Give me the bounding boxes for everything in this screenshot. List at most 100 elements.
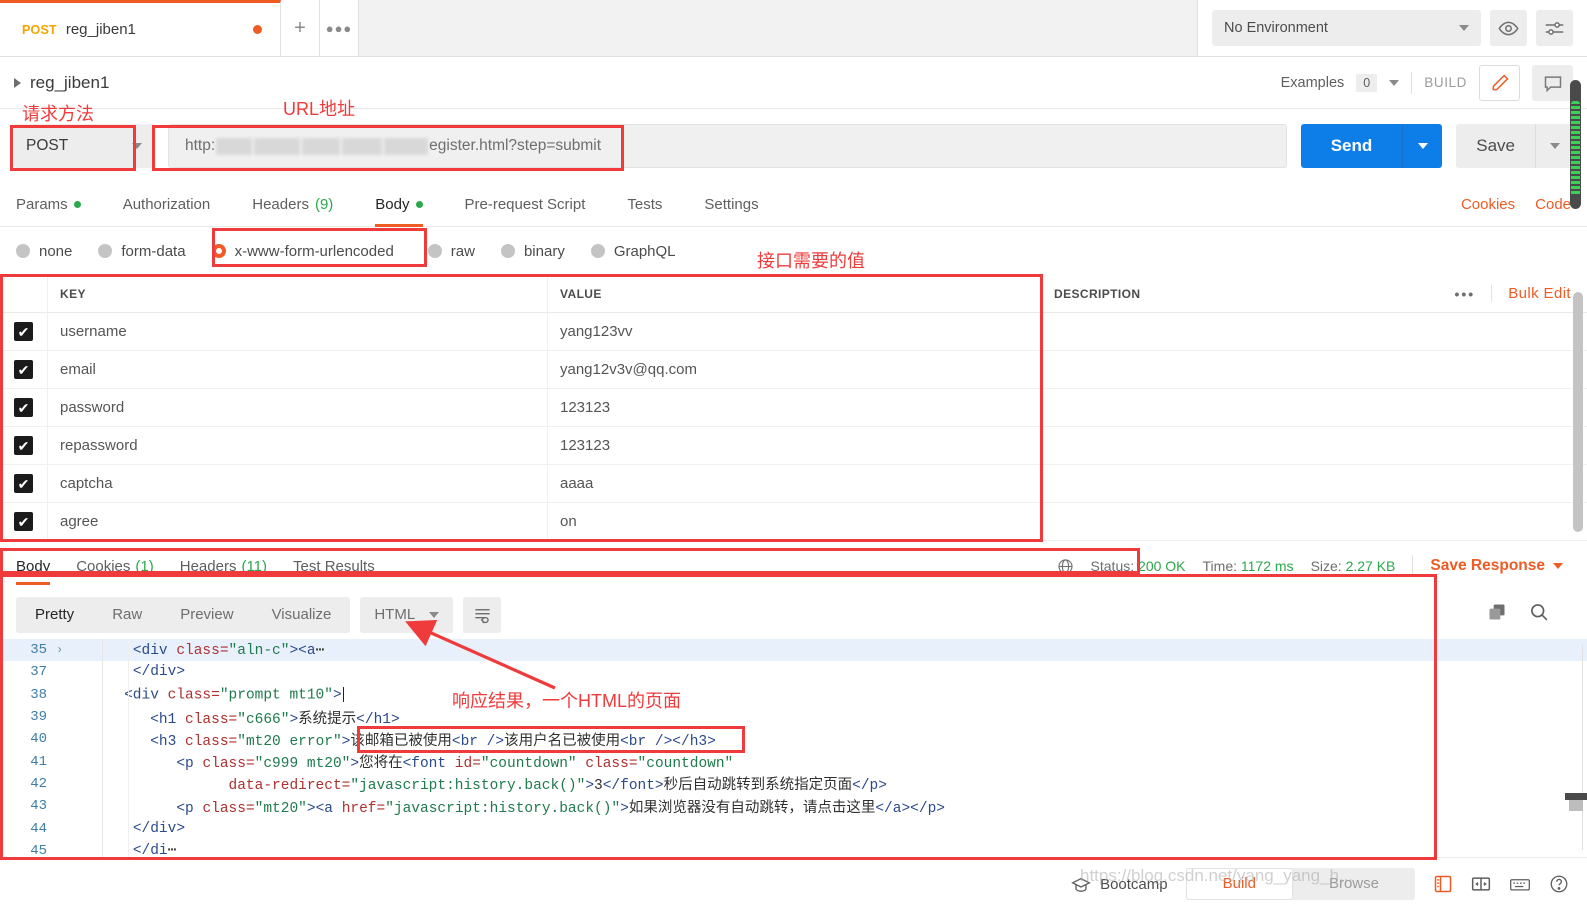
build-mode-label[interactable]: BUILD <box>1424 75 1467 90</box>
keyboard-shortcuts-button[interactable] <box>1509 875 1531 893</box>
fold-toggle-icon[interactable]: › <box>56 643 72 657</box>
body-type-graphql[interactable]: GraphQL <box>590 243 676 260</box>
row-description-cell[interactable] <box>1042 389 1587 426</box>
row-key-cell[interactable]: agree <box>48 503 548 540</box>
row-description-cell[interactable] <box>1042 427 1587 464</box>
top-scrollbar[interactable] <box>1570 80 1581 209</box>
response-format-select[interactable]: HTML <box>360 596 454 633</box>
bootcamp-button[interactable]: Bootcamp <box>1071 876 1168 893</box>
view-pretty-button[interactable]: Pretty <box>16 597 93 633</box>
response-tab-headers[interactable]: Headers (11) <box>180 548 267 584</box>
tab-params[interactable]: Params <box>16 183 102 227</box>
response-tab-headers-label: Headers <box>179 557 237 575</box>
bottom-bar-actions: Bootcamp Build Browse <box>1071 868 1587 900</box>
save-options-button[interactable] <box>1535 124 1573 168</box>
tab-body[interactable]: Body <box>354 183 443 227</box>
bulk-edit-button[interactable]: Bulk Edit <box>1491 285 1571 302</box>
table-row[interactable]: ✔ password 123123 <box>0 389 1587 427</box>
table-options-button[interactable]: ••• <box>1438 286 1491 302</box>
layout-toggle-button[interactable] <box>1471 874 1491 894</box>
row-key-cell[interactable]: password <box>48 389 548 426</box>
help-button[interactable] <box>1549 874 1569 894</box>
row-value-cell[interactable]: yang123vv <box>548 313 1042 350</box>
row-checkbox-cell[interactable]: ✔ <box>0 389 48 426</box>
body-type-none[interactable]: none <box>16 243 72 260</box>
send-button[interactable]: Send <box>1300 124 1403 168</box>
response-tabs: Body Cookies (1) Headers (11) Test Results… <box>0 548 1587 585</box>
response-tab-cookies[interactable]: Cookies (1) <box>76 548 154 584</box>
copy-to-clipboard-button[interactable] <box>1487 602 1507 627</box>
request-tab-reg-jiben1[interactable]: POST reg_jiben1 <box>0 0 281 56</box>
build-mode-button[interactable]: Build <box>1185 868 1293 900</box>
row-value-cell[interactable]: aaaa <box>548 465 1042 502</box>
http-method-select[interactable]: POST <box>14 124 154 168</box>
environment-select[interactable]: No Environment <box>1212 10 1481 46</box>
url-input[interactable]: http: egister.html?step=submit <box>168 124 1287 168</box>
row-checkbox-cell[interactable]: ✔ <box>0 465 48 502</box>
response-tab-test-results[interactable]: Test Results <box>293 548 375 584</box>
editor-scrollbar-thumb-dark[interactable] <box>1565 793 1587 800</box>
request-body-scrollbar[interactable] <box>1573 292 1583 532</box>
code-line: 44 </div> <box>0 817 1587 839</box>
send-options-button[interactable] <box>1402 124 1443 168</box>
environment-quick-look-button[interactable] <box>1490 10 1527 46</box>
view-raw-button[interactable]: Raw <box>93 597 161 633</box>
table-row[interactable]: ✔ agree on <box>0 503 1587 541</box>
new-tab-button[interactable]: + <box>281 0 320 56</box>
response-code-editor[interactable]: 35 › <div class="aln-c"><a⋯ 37 </div> 38 <d… <box>0 639 1587 857</box>
row-key-cell[interactable]: repassword <box>48 427 548 464</box>
edit-mode-button[interactable] <box>1479 64 1520 101</box>
cookies-link[interactable]: Cookies <box>1461 196 1515 213</box>
editor-scrollbar-track[interactable] <box>1582 645 1583 850</box>
table-row[interactable]: ✔ captcha aaaa <box>0 465 1587 503</box>
row-checkbox-cell[interactable]: ✔ <box>0 351 48 388</box>
breadcrumb[interactable]: reg_jiben1 <box>14 73 109 93</box>
row-checkbox-cell[interactable]: ✔ <box>0 503 48 540</box>
line-number: 37 <box>30 664 47 681</box>
tab-options-button[interactable]: ●●● <box>320 0 359 56</box>
code-line: 45 </di⋯ <box>0 840 1587 857</box>
tab-authorization[interactable]: Authorization <box>102 183 232 227</box>
table-row[interactable]: ✔ repassword 123123 <box>0 427 1587 465</box>
row-description-cell[interactable] <box>1042 313 1587 350</box>
row-key-cell[interactable]: captcha <box>48 465 548 502</box>
radio-icon <box>590 244 605 258</box>
row-checkbox-cell[interactable]: ✔ <box>0 427 48 464</box>
tab-headers[interactable]: Headers (9) <box>231 183 354 227</box>
row-key-cell[interactable]: email <box>48 351 548 388</box>
word-wrap-button[interactable] <box>463 596 502 633</box>
row-value-cell[interactable]: on <box>548 503 1042 540</box>
browse-mode-button[interactable]: Browse <box>1293 868 1415 900</box>
view-visualize-button[interactable]: Visualize <box>253 597 351 633</box>
row-value-cell[interactable]: 123123 <box>548 389 1042 426</box>
row-description-cell[interactable] <box>1042 503 1587 540</box>
editor-scrollbar-thumb[interactable] <box>1569 800 1583 811</box>
sliders-icon <box>1545 21 1564 35</box>
save-response-button[interactable]: Save Response <box>1430 557 1563 575</box>
body-type-x-www-form-urlencoded[interactable]: x-www-form-urlencoded <box>211 243 394 260</box>
environment-settings-button[interactable] <box>1536 10 1573 46</box>
body-type-binary[interactable]: binary <box>500 243 565 260</box>
body-type-raw[interactable]: raw <box>427 243 475 260</box>
search-response-button[interactable] <box>1529 602 1549 627</box>
body-type-form-data[interactable]: form-data <box>98 243 186 260</box>
row-checkbox-cell[interactable]: ✔ <box>0 313 48 350</box>
table-row[interactable]: ✔ username yang123vv <box>0 313 1587 351</box>
row-key-cell[interactable]: username <box>48 313 548 350</box>
code-link[interactable]: Code <box>1535 196 1571 213</box>
tab-tests[interactable]: Tests <box>606 183 683 227</box>
table-row[interactable]: ✔ email yang12v3v@qq.com <box>0 351 1587 389</box>
response-tab-body[interactable]: Body <box>16 548 51 585</box>
row-value-cell[interactable]: yang12v3v@qq.com <box>548 351 1042 388</box>
row-value-cell[interactable]: 123123 <box>548 427 1042 464</box>
row-description-cell[interactable] <box>1042 351 1587 388</box>
examples-chevron-down-icon[interactable] <box>1389 79 1400 86</box>
code-line: 35 › <div class="aln-c"><a⋯ <box>0 639 1587 662</box>
row-description-cell[interactable] <box>1042 465 1587 502</box>
tab-settings[interactable]: Settings <box>683 183 779 227</box>
console-button[interactable] <box>1433 874 1453 894</box>
view-preview-button[interactable]: Preview <box>161 597 252 633</box>
tab-pre-request-script[interactable]: Pre-request Script <box>444 183 607 227</box>
comments-button[interactable] <box>1532 64 1573 101</box>
save-button[interactable]: Save <box>1456 124 1535 168</box>
